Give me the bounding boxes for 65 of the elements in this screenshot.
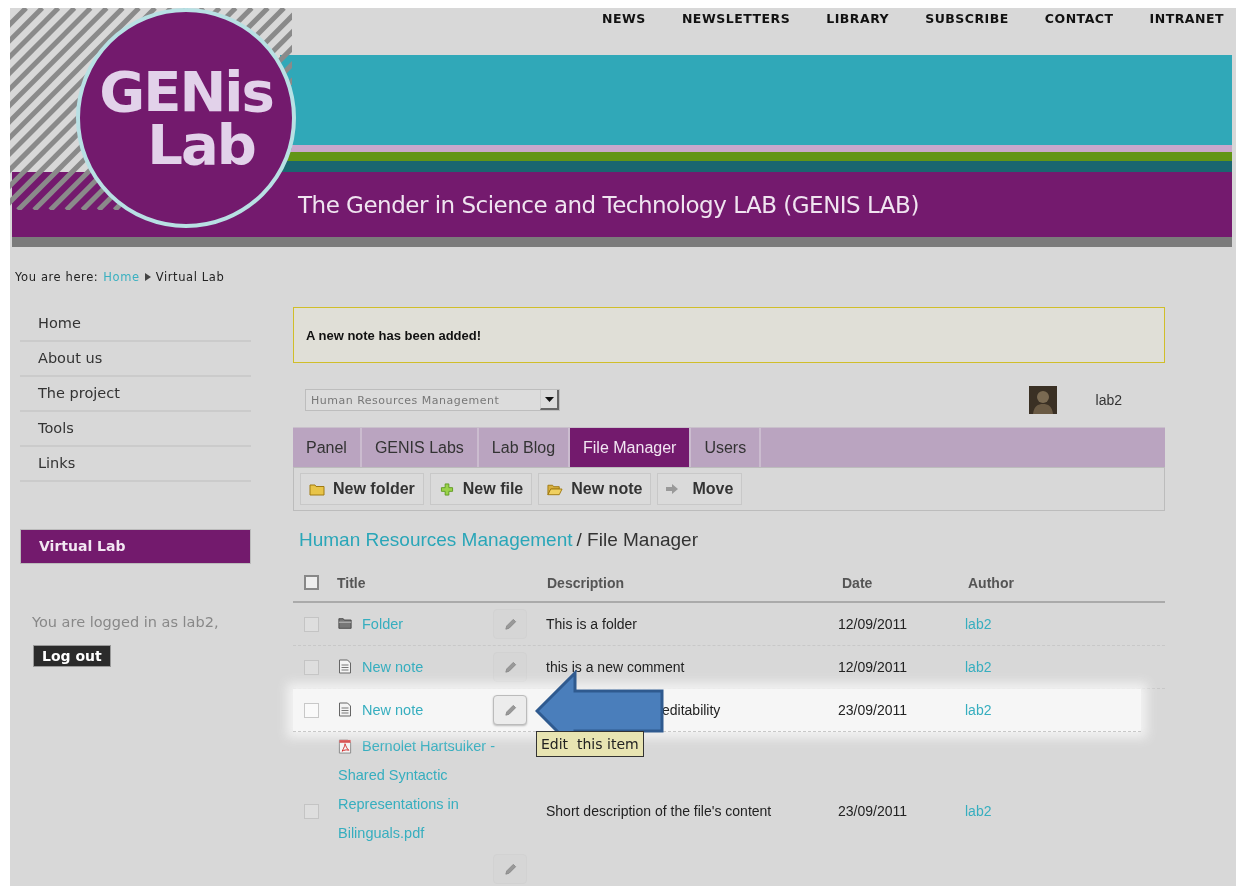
row-checkbox[interactable] [304, 659, 319, 675]
row-checkbox[interactable] [304, 702, 319, 718]
pencil-icon [503, 862, 517, 876]
pencil-icon [503, 617, 517, 631]
toolbar-button[interactable]: New file [429, 473, 533, 505]
top-nav-link[interactable]: LIBRARY [826, 8, 890, 27]
login-status: You are logged in as lab2, [32, 613, 220, 632]
top-nav-link[interactable]: CONTACT [1044, 8, 1114, 27]
sidebar-item[interactable]: About us [20, 342, 251, 377]
column-header: Date [841, 574, 874, 591]
sidebar-item[interactable]: Links [20, 447, 251, 482]
tab[interactable]: File Manager [570, 428, 692, 467]
sidebar-item[interactable]: Tools [20, 412, 251, 447]
table-cell-text: this is a new comment [545, 659, 686, 675]
column-header: Author [967, 574, 1015, 591]
row-checkbox[interactable] [304, 803, 319, 819]
select-all-checkbox[interactable] [304, 575, 319, 590]
tooltip: Edit this item [536, 731, 644, 757]
open-folder-icon [547, 482, 564, 496]
edit-button[interactable] [493, 652, 527, 682]
breadcrumb-link[interactable]: Virtual Lab [155, 270, 225, 284]
table-cell-text: 12/09/2011 [837, 616, 909, 632]
tab[interactable]: GENIS Labs [361, 428, 479, 467]
pencil-icon [503, 703, 517, 717]
top-nav-link[interactable]: SUBSCRIBE [925, 8, 1009, 27]
caret-icon [544, 396, 554, 402]
edit-button[interactable] [493, 609, 527, 639]
sidebar-item[interactable]: The project [20, 377, 251, 412]
site-title: The Gender in Science and Technology LAB (GENIS LAB) [298, 191, 919, 218]
avatar [1028, 386, 1057, 414]
top-nav-link[interactable]: NEWS [602, 8, 646, 27]
edit-button[interactable] [493, 695, 527, 725]
table-cell-text: This is a folder [545, 616, 639, 632]
top-nav-link[interactable]: NEWSLETTERS [681, 8, 791, 27]
section-heading: Virtual Lab [20, 529, 251, 564]
toolbar-button[interactable]: New folder [300, 473, 424, 505]
folder-icon [338, 615, 352, 631]
tab[interactable]: Users [691, 428, 762, 467]
table-cell-text: 23/09/2011 [837, 803, 909, 819]
top-nav-link[interactable]: INTRANET [1149, 8, 1224, 27]
table-cell-text: Short description of the file's content [545, 803, 773, 819]
breadcrumb-separator-icon [144, 273, 151, 281]
document-icon [338, 701, 352, 717]
sidebar-item[interactable]: Home [20, 307, 251, 342]
table-cell-text: 12/09/2011 [837, 659, 909, 675]
logout-button[interactable]: Log out [33, 645, 111, 667]
table-cell-text: 23/09/2011 [837, 702, 909, 718]
table-cell-text: editability [661, 702, 722, 718]
pdf-icon [338, 739, 352, 754]
user-name: lab2 [1095, 392, 1122, 408]
document-icon [338, 658, 352, 674]
breadcrumb-label: You are here: [15, 270, 99, 284]
plus-icon [438, 482, 455, 496]
right-arrow-icon [666, 484, 679, 494]
toolbar-button[interactable]: Move [657, 473, 743, 505]
tab[interactable]: Panel [293, 428, 362, 467]
edit-button[interactable] [493, 854, 527, 884]
column-header: Description [546, 574, 625, 591]
folder-icon [309, 482, 325, 496]
page-heading: / File Manager [576, 529, 698, 551]
notice-box: A new note has been added! [293, 307, 1165, 363]
pencil-icon [503, 660, 517, 674]
row-checkbox[interactable] [304, 616, 319, 632]
column-header: Title [336, 574, 367, 591]
toolbar-button[interactable]: New note [538, 473, 652, 505]
